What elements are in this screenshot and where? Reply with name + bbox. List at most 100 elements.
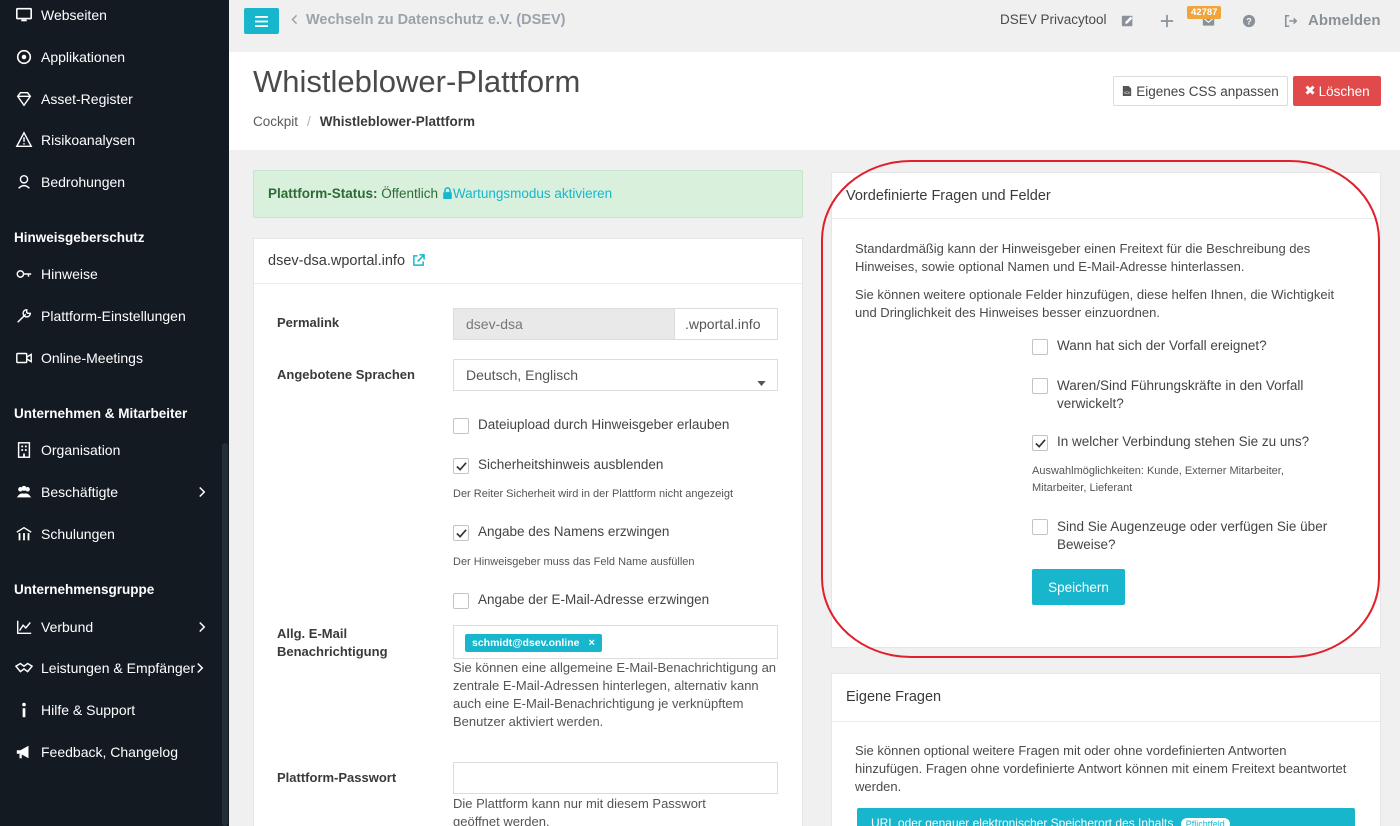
checkbox-box[interactable] <box>1032 378 1048 394</box>
chevron-right-icon <box>193 660 207 676</box>
checkbox-hide-security[interactable]: Sicherheitshinweis ausblenden <box>453 457 663 474</box>
sidebar-item-feedback[interactable]: Feedback, Changelog <box>0 737 229 767</box>
required-badge: Pflichtfeld <box>1180 818 1230 826</box>
password-help: Die Plattform kann nur mit diesem Passwo… <box>453 796 706 826</box>
help-icon[interactable]: ? <box>1240 12 1258 30</box>
checkbox-question-when[interactable]: Wann hat sich der Vorfall ereignet? <box>1032 338 1352 355</box>
checkmark-icon <box>1034 438 1046 448</box>
checkbox-file-upload[interactable]: Dateiupload durch Hinweisgeber erlauben <box>453 417 729 434</box>
sidebar-item-label: Verbund <box>41 619 94 635</box>
sidebar-item-label: Webseiten <box>41 7 107 23</box>
sidebar-item-hinweise[interactable]: Hinweise <box>0 259 229 289</box>
platform-status-alert: Plattform-Status: Öffentlich Wartungsmod… <box>253 170 803 218</box>
email-notification-input[interactable]: schmidt@dsev.online × <box>453 625 778 659</box>
languages-select-value: Deutsch, Englisch <box>466 367 579 383</box>
video-icon <box>14 348 34 368</box>
checkbox-box[interactable] <box>1032 435 1048 451</box>
sidebar-item-label: Online-Meetings <box>41 350 143 366</box>
checkbox-box[interactable] <box>1032 339 1048 355</box>
sidebar-item-label: Hilfe & Support <box>41 702 136 718</box>
sidebar-item-online-meetings[interactable]: Online-Meetings <box>0 343 229 373</box>
languages-select[interactable]: Deutsch, Englisch <box>453 359 778 391</box>
checkbox-box[interactable] <box>453 593 469 609</box>
sidebar-item-label: Bedrohungen <box>41 174 126 190</box>
sidebar-item-risikoanalysen[interactable]: Risikoanalysen <box>0 125 229 155</box>
chart-icon <box>14 617 34 637</box>
sidebar-item-leistungen[interactable]: Leistungen & Empfänger <box>0 653 229 683</box>
hamburger-icon <box>255 15 268 27</box>
sidebar-item-verbund[interactable]: Verbund <box>0 612 229 642</box>
threat-icon <box>14 172 34 192</box>
sidebar-scrollbar[interactable] <box>222 443 228 826</box>
training-icon <box>14 524 34 544</box>
remove-tag-icon[interactable]: × <box>588 637 594 649</box>
checkbox-box[interactable] <box>453 525 469 541</box>
sidebar-item-label: Plattform-Einstellungen <box>41 308 186 324</box>
sidebar-item-label: Beschäftigte <box>41 484 119 500</box>
permalink-input[interactable]: dsev-dsa <box>453 308 675 340</box>
predefined-intro-1: Standardmäßig kann der Hinweisgeber eine… <box>855 241 1311 274</box>
sidebar-item-bedrohungen[interactable]: Bedrohungen <box>0 167 229 197</box>
sidebar-item-plattform-einstellungen[interactable]: Plattform-Einstellungen <box>0 301 229 331</box>
maintenance-mode-link[interactable]: Wartungsmodus aktivieren <box>453 186 612 201</box>
sidebar: Webseiten Applikationen Asset-Register R… <box>0 0 229 826</box>
checkbox-label: Sind Sie Augenzeuge oder verfügen Sie üb… <box>1057 519 1328 552</box>
checkbox-label: Waren/Sind Führungskräfte in den Vorfall… <box>1057 378 1304 411</box>
custom-css-label: Eigenes CSS anpassen <box>1136 83 1279 99</box>
checkbox-require-name[interactable]: Angabe des Namens erzwingen <box>453 524 669 541</box>
sidebar-item-label: Hinweise <box>41 266 98 282</box>
password-input[interactable] <box>453 762 778 794</box>
sidebar-item-applikationen[interactable]: Applikationen <box>0 42 229 72</box>
building-icon <box>14 440 34 460</box>
checkbox-question-executives[interactable]: Waren/Sind Führungskräfte in den Vorfall… <box>1032 377 1352 413</box>
own-questions-intro: Sie können optional weitere Fragen mit o… <box>855 743 1347 794</box>
sidebar-item-beschaeftigte[interactable]: Beschäftigte <box>0 477 229 507</box>
checkbox-label: Angabe der E-Mail-Adresse erzwingen <box>478 592 710 607</box>
sidebar-item-label: Leistungen & Empfänger <box>41 660 196 676</box>
app-icon <box>14 47 34 67</box>
caret-down-icon <box>757 373 766 389</box>
status-label: Plattform-Status: <box>268 186 378 201</box>
svg-text:<>: <> <box>1124 90 1130 96</box>
password-label: Plattform-Passwort <box>277 770 397 785</box>
sidebar-item-schulungen[interactable]: Schulungen <box>0 519 229 549</box>
plus-icon[interactable] <box>1158 12 1176 30</box>
diamond-icon <box>14 89 34 109</box>
sidebar-item-organisation[interactable]: Organisation <box>0 435 229 465</box>
checkbox-box[interactable] <box>1032 519 1048 535</box>
external-link-icon[interactable] <box>412 254 425 271</box>
checkbox-label: Dateiupload durch Hinweisgeber erlauben <box>478 417 730 432</box>
close-icon: ✖ <box>1304 83 1316 98</box>
logout-icon <box>1284 14 1298 28</box>
top-bar: Wechseln zu Datenschutz e.V. (DSEV) DSEV… <box>229 0 1400 44</box>
switch-company-link[interactable]: Wechseln zu Datenschutz e.V. (DSEV) <box>291 12 565 28</box>
sidebar-item-asset-register[interactable]: Asset-Register <box>0 84 229 114</box>
custom-css-button[interactable]: <> Eigenes CSS anpassen <box>1113 76 1288 106</box>
edit-icon[interactable] <box>1119 12 1137 30</box>
delete-button[interactable]: ✖ Löschen <box>1293 76 1381 106</box>
sidebar-item-label: Applikationen <box>41 49 126 65</box>
tool-name[interactable]: DSEV Privacytool <box>1000 12 1107 27</box>
sidebar-section-unternehmensgruppe: Unternehmensgruppe <box>14 582 155 597</box>
email-tag-label: schmidt@dsev.online <box>472 637 580 649</box>
info-icon <box>14 700 34 720</box>
checkbox-box[interactable] <box>453 418 469 434</box>
checkbox-box[interactable] <box>453 458 469 474</box>
save-button[interactable]: Speichern <box>1032 569 1125 605</box>
platform-domain[interactable]: dsev-dsa.wportal.info <box>268 253 405 269</box>
sidebar-item-hilfe[interactable]: Hilfe & Support <box>0 695 229 725</box>
sidebar-item-label: Asset-Register <box>41 91 133 107</box>
checkbox-question-relation[interactable]: In welcher Verbindung stehen Sie zu uns? <box>1032 434 1352 451</box>
sidebar-item-webseiten[interactable]: Webseiten <box>0 0 229 30</box>
breadcrumb-root[interactable]: Cockpit <box>253 114 298 129</box>
checkbox-require-email[interactable]: Angabe der E-Mail-Adresse erzwingen <box>453 592 709 609</box>
sidebar-section-unternehmen: Unternehmen & Mitarbeiter <box>14 406 188 421</box>
logout-label: Abmelden <box>1308 12 1381 29</box>
checkbox-question-witness[interactable]: Sind Sie Augenzeuge oder verfügen Sie üb… <box>1032 518 1352 554</box>
chevron-right-icon <box>195 619 209 635</box>
logout-button[interactable]: Abmelden <box>1284 12 1381 29</box>
require-name-help: Der Hinweisgeber muss das Feld Name ausf… <box>453 556 695 568</box>
breadcrumb-current: Whistleblower-Plattform <box>319 114 476 129</box>
own-question-item[interactable]: URL oder genauer elektronischer Speicher… <box>857 808 1355 826</box>
menu-toggle-button[interactable] <box>244 8 279 34</box>
